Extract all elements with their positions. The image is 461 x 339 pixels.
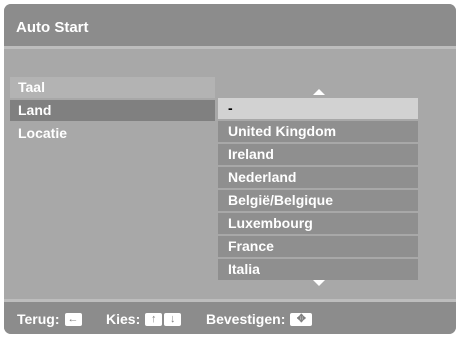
select-label: Kies: [106,311,141,327]
menu-item-label: Locatie [18,125,68,141]
country-item[interactable]: Nederland [218,167,418,188]
country-item[interactable]: United Kingdom [218,121,418,142]
country-item[interactable]: - [218,98,418,119]
country-list: - United Kingdom Ireland Nederland Belgi… [218,98,418,282]
menu-item-taal[interactable]: Taal [10,77,215,98]
confirm-label: Bevestigen: [206,311,286,327]
country-item[interactable]: France [218,236,418,257]
confirm-hint: Bevestigen: ✥ [206,311,313,327]
country-item[interactable]: België/Belgique [218,190,418,211]
header-bar: Auto Start [4,4,456,49]
scroll-up-icon[interactable] [313,89,325,95]
down-arrow-key-icon: ↓ [164,312,182,326]
menu-item-land[interactable]: Land [10,100,215,121]
back-label: Terug: [17,311,60,327]
center-dpad-key-icon: ✥ [290,312,313,326]
country-item[interactable]: Luxembourg [218,213,418,234]
settings-menu: Taal Land Locatie [10,77,215,146]
left-arrow-key-icon: ← [64,312,82,326]
country-item[interactable]: Ireland [218,144,418,165]
select-hint: Kies: ↑ ↓ [106,311,182,327]
footer-bar: Terug: ← Kies: ↑ ↓ Bevestigen: ✥ [4,299,456,334]
auto-start-screen: Auto Start Taal Land Locatie - United Ki… [4,4,456,334]
menu-item-label: Land [18,102,52,118]
scroll-down-icon[interactable] [313,280,325,286]
page-title: Auto Start [16,19,89,36]
up-arrow-key-icon: ↑ [145,312,163,326]
country-item[interactable]: Italia [218,259,418,280]
back-hint: Terug: ← [17,311,82,327]
menu-item-locatie[interactable]: Locatie [10,123,215,144]
menu-item-label: Taal [18,79,45,95]
